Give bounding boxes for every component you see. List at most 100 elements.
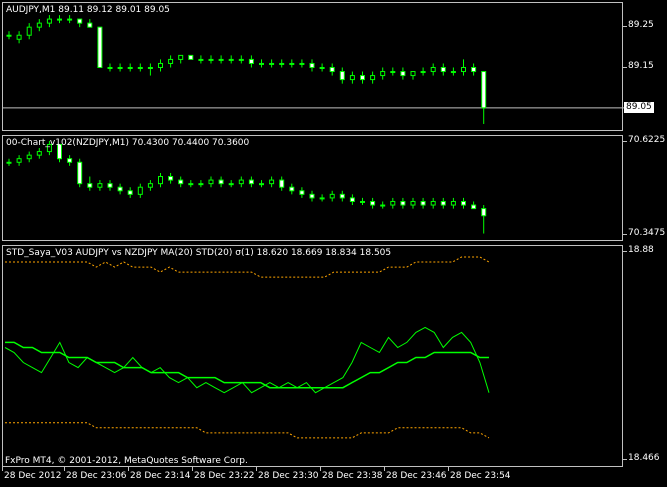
candle-body <box>481 71 487 109</box>
candle-body <box>77 161 83 185</box>
candle-body <box>380 204 386 207</box>
candle-body <box>400 71 406 77</box>
time-axis-label: 28 Dec 23:22 <box>194 471 255 481</box>
candle-body <box>97 183 103 188</box>
candle-body <box>238 58 244 61</box>
candle-body <box>77 18 83 24</box>
candle-body <box>178 179 184 185</box>
candle-body <box>46 18 52 24</box>
candle-body <box>410 71 416 77</box>
candle-body <box>87 22 93 28</box>
axis-tick <box>623 67 627 68</box>
candle-body <box>471 67 477 73</box>
candle-body <box>390 200 396 206</box>
axis-tick <box>623 141 627 142</box>
candle-body <box>16 158 22 163</box>
time-tick <box>256 467 257 471</box>
candle-body <box>36 151 42 156</box>
candle-body <box>410 200 416 206</box>
candle-body <box>259 183 264 186</box>
candle-body <box>349 75 355 81</box>
series-line-ma-20- <box>5 341 489 389</box>
candle-body <box>420 71 426 74</box>
candle-body <box>67 18 73 21</box>
candle-body <box>158 176 163 185</box>
candle-body <box>208 58 214 61</box>
axis-tick <box>623 234 627 235</box>
axis-tick <box>623 459 627 460</box>
candle-body <box>319 67 325 69</box>
sub1-pane-label: 00-Chart_v102(NZDJPY,M1) 70.4300 70.4400… <box>6 138 250 148</box>
time-axis-label: 28 Dec 23:14 <box>130 471 191 481</box>
copyright-text: FxPro MT4, © 2001-2012, MetaQuotes Softw… <box>5 456 248 466</box>
candle-body <box>178 54 184 60</box>
candle-body <box>319 197 325 200</box>
candle-body <box>6 34 12 37</box>
candle-body <box>198 58 204 61</box>
axis-tick <box>623 26 627 27</box>
candle-body <box>137 186 143 195</box>
candle-body <box>107 67 113 69</box>
time-tick <box>448 467 449 471</box>
axis-tick <box>623 251 627 252</box>
current-price-box: 89.05 <box>624 102 654 113</box>
candle-body <box>57 18 62 21</box>
candle-body <box>380 71 386 77</box>
candle-body <box>168 58 174 64</box>
main-price-label: 89.25 <box>628 20 654 30</box>
candle-body <box>107 183 113 188</box>
candle-body <box>228 183 234 186</box>
candle-body <box>198 183 204 186</box>
candle-body <box>67 158 73 163</box>
candle-body <box>309 62 315 69</box>
candle-body <box>208 179 214 185</box>
candle-body <box>430 200 436 206</box>
std-saya-indicator-pane[interactable]: STD_Saya_V03 AUDJPY vs NZDJPY MA(20) STD… <box>2 245 623 467</box>
time-tick <box>192 467 193 471</box>
candle-body <box>36 22 42 28</box>
candle-body <box>471 204 477 210</box>
candle-body <box>127 190 133 195</box>
time-axis-label: 28 Dec 23:38 <box>322 471 383 481</box>
time-axis-label: 28 Dec 23:30 <box>258 471 319 481</box>
candle-body <box>299 190 305 195</box>
candle-body <box>289 62 295 65</box>
candle-body <box>279 62 285 65</box>
candle-body <box>309 193 315 199</box>
candle-body <box>218 179 224 185</box>
candle-body <box>440 200 446 206</box>
time-axis-label: 28 Dec 2012 <box>4 471 62 481</box>
sub2-price-label: 18.466 <box>628 453 660 463</box>
series-line-upper <box>5 256 490 278</box>
candle-body <box>158 62 163 69</box>
time-tick <box>2 467 3 471</box>
candle-body <box>450 200 456 206</box>
candle-body <box>440 67 446 73</box>
candle-body <box>400 200 406 206</box>
candle-body <box>188 183 194 186</box>
sub2-pane-label: STD_Saya_V03 AUDJPY vs NZDJPY MA(20) STD… <box>6 248 392 258</box>
candle-body <box>188 54 194 60</box>
time-tick <box>64 467 65 471</box>
time-tick <box>384 467 385 471</box>
candle-body <box>370 200 376 206</box>
sub1-price-label: 70.6225 <box>628 135 666 145</box>
candle-body <box>218 58 224 61</box>
time-axis-label: 28 Dec 23:46 <box>386 471 447 481</box>
main-chart-pane[interactable]: AUDJPY,M1 89.11 89.12 89.01 89.05 <box>2 2 624 131</box>
candle-body <box>228 58 234 61</box>
candle-body <box>461 67 466 73</box>
candle-body <box>339 71 345 81</box>
candle-body <box>360 75 365 81</box>
candle-body <box>248 179 254 185</box>
candle-body <box>6 161 12 164</box>
candle-body <box>97 26 103 68</box>
candle-body <box>259 62 264 65</box>
nzdjpy-indicator-pane[interactable]: 00-Chart_v102(NZDJPY,M1) 70.4300 70.4400… <box>2 135 623 241</box>
candle-body <box>450 71 456 74</box>
candle-body <box>238 179 244 185</box>
candle-body <box>26 154 32 160</box>
sub1-candles <box>6 140 487 234</box>
candle-body <box>87 183 93 188</box>
candle-body <box>26 26 32 36</box>
